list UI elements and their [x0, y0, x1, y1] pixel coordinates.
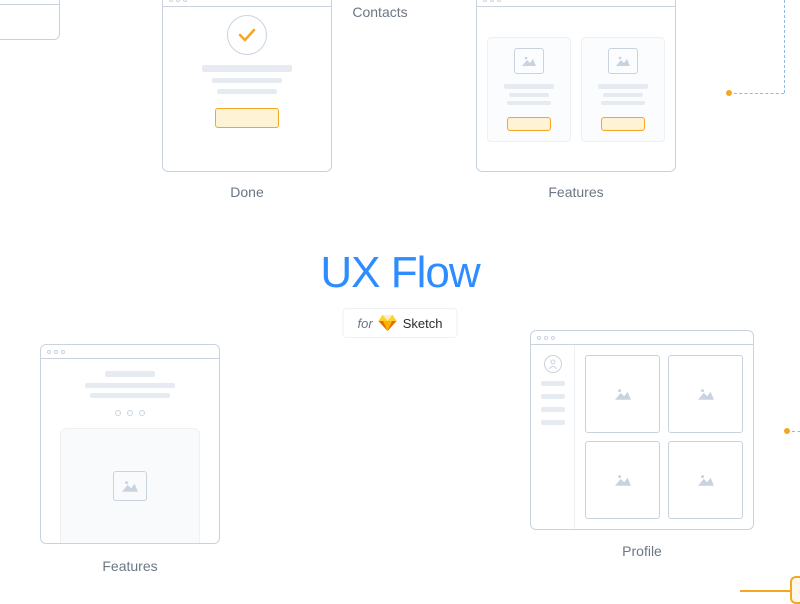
- flow-connector-dot: [726, 90, 732, 96]
- main-title: UX Flow: [320, 248, 479, 298]
- wireframe-profile: [530, 330, 754, 530]
- gallery-item: [585, 441, 660, 519]
- image-icon: [522, 55, 536, 67]
- image-icon: [698, 387, 714, 401]
- flow-connector-line: [784, 0, 785, 93]
- flow-connector-line: [734, 93, 784, 94]
- label-contacts: Contacts: [320, 4, 440, 20]
- card-button: [601, 117, 645, 131]
- wireframe-features-bottom: [40, 344, 220, 544]
- badge-app-name: Sketch: [403, 316, 443, 331]
- image-icon: [122, 479, 138, 493]
- label-features-top: Features: [476, 184, 676, 200]
- image-placeholder: [514, 48, 544, 74]
- flow-connector-dot: [784, 428, 790, 434]
- gallery-item: [668, 355, 743, 433]
- gallery-item: [585, 355, 660, 433]
- label-features-bottom: Features: [40, 558, 220, 574]
- image-placeholder: [608, 48, 638, 74]
- badge-for-text: for: [358, 316, 373, 331]
- label-done: Done: [162, 184, 332, 200]
- primary-button: [215, 108, 279, 128]
- success-circle: [227, 15, 267, 55]
- gallery-item: [668, 441, 743, 519]
- card-button: [507, 117, 551, 131]
- image-icon: [698, 473, 714, 487]
- user-icon: [548, 359, 558, 369]
- avatar-icon: [544, 355, 562, 373]
- wireframe-done: [162, 0, 332, 172]
- sketch-icon: [379, 315, 397, 331]
- flow-connector-line: [792, 431, 800, 432]
- image-icon: [615, 387, 631, 401]
- image-icon: [615, 473, 631, 487]
- app-badge: for Sketch: [343, 308, 458, 338]
- wireframe-features-top: [476, 0, 676, 172]
- check-icon: [238, 28, 256, 42]
- wireframe-partial-top-left: [0, 0, 60, 40]
- image-placeholder: [113, 471, 147, 501]
- image-icon: [616, 55, 630, 67]
- label-profile: Profile: [530, 543, 754, 559]
